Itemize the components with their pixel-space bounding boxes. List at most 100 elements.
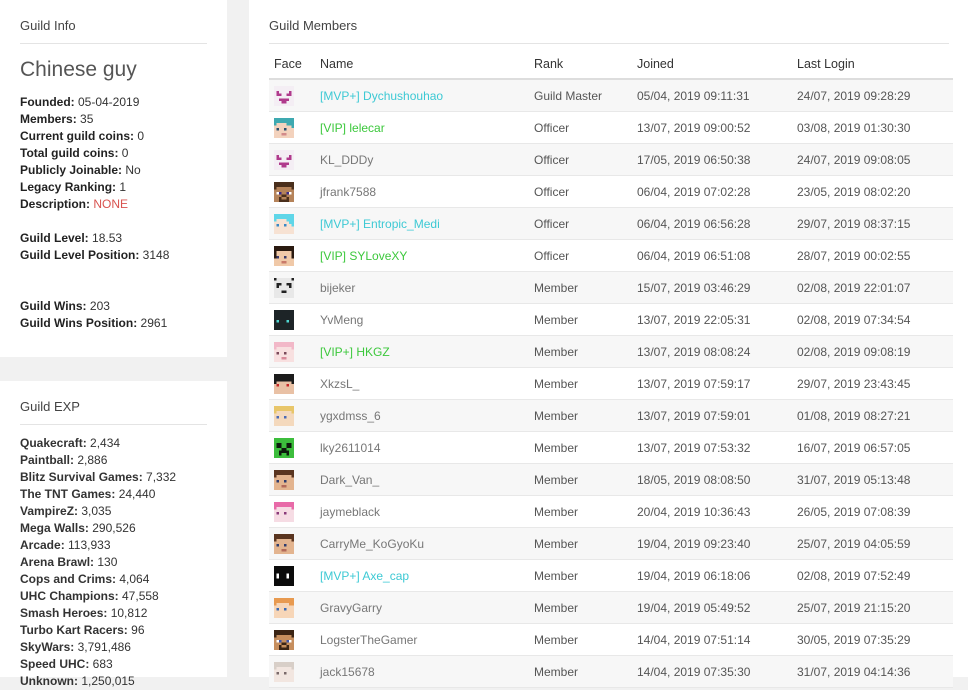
member-name-link[interactable]: CarryMe_KoGyoKu — [320, 537, 424, 551]
column-header-joined[interactable]: Joined — [637, 50, 797, 80]
member-face-cell — [269, 175, 320, 208]
column-header-name[interactable]: Name — [320, 50, 534, 80]
guild-stat-value: No — [122, 163, 141, 177]
column-header-face[interactable]: Face — [269, 50, 320, 80]
exp-value: 1,250,015 — [78, 674, 135, 688]
member-joined: 05/04, 2019 09:11:31 — [637, 79, 797, 112]
member-row: [VIP] SYLoveXY Officer 06/04, 2019 06:51:0… — [269, 239, 953, 272]
teal-hair-face-icon — [274, 117, 294, 138]
member-last-login: 02/08, 2019 07:34:54 — [797, 303, 953, 336]
pale-face-icon — [274, 661, 294, 682]
guild-level-position: Guild Level Position: 3148 — [20, 248, 170, 262]
guild-stat-value: 05-04-2019 — [74, 95, 140, 109]
guild-stat-label: Legacy Ranking: — [20, 180, 117, 194]
member-last-login: 26/05, 2019 07:08:39 — [797, 495, 953, 528]
member-name: SYLoveXY — [349, 248, 408, 263]
member-name-link[interactable]: XkzsL_ — [320, 377, 359, 391]
panda-face-icon — [274, 277, 294, 298]
exp-value: 113,933 — [64, 538, 111, 552]
member-last-login: 30/05, 2019 07:35:29 — [797, 623, 953, 656]
guild-exp-panel: Guild EXP Quakecraft: 2,434 Paintball: 2,… — [0, 381, 227, 688]
member-name: GravyGarry — [320, 600, 383, 615]
member-face-cell — [269, 463, 320, 496]
member-rank: Member — [534, 271, 637, 304]
member-face-cell — [269, 399, 320, 432]
member-rank-tag: [VIP+] — [320, 344, 354, 359]
member-name-cell: lky2611014 — [320, 431, 534, 464]
light-pink-face-icon — [274, 341, 294, 362]
member-face-cell — [269, 143, 320, 176]
member-joined: 13/07, 2019 09:00:52 — [637, 111, 797, 144]
member-face-cell — [269, 367, 320, 400]
exp-row: Cops and Crims: 4,064 — [20, 571, 207, 588]
member-name-cell: CarryMe_KoGyoKu — [320, 527, 534, 560]
member-face-cell — [269, 527, 320, 560]
member-name-link[interactable]: [VIP] SYLoveXY — [320, 249, 407, 263]
member-name-link[interactable]: jaymeblack — [320, 505, 380, 519]
member-joined: 14/04, 2019 07:35:30 — [637, 655, 797, 688]
member-last-login: 02/08, 2019 22:01:07 — [797, 271, 953, 304]
member-rank: Member — [534, 655, 637, 688]
member-joined: 17/05, 2019 06:50:38 — [637, 143, 797, 176]
member-name: KL_DDDy — [320, 152, 374, 167]
member-name-link[interactable]: [MVP+] Axe_cap — [320, 569, 409, 583]
exp-row: Blitz Survival Games: 7,332 — [20, 469, 207, 486]
pink-skull-face-icon — [274, 149, 294, 170]
exp-value: 47,558 — [118, 589, 159, 603]
member-row: [VIP+] HKGZ Member 13/07, 2019 08:08:24 02/… — [269, 335, 953, 368]
member-name-link[interactable]: [MVP+] Dychushouhao — [320, 89, 443, 103]
member-name-link[interactable]: lky2611014 — [320, 441, 381, 455]
member-last-login: 23/05, 2019 08:02:20 — [797, 175, 953, 208]
member-face-cell — [269, 559, 320, 592]
member-face-cell — [269, 335, 320, 368]
member-name-link[interactable]: bijeker — [320, 281, 355, 295]
member-row: lky2611014 Member 13/07, 2019 07:53:32 16/0… — [269, 431, 953, 464]
member-face-cell — [269, 495, 320, 528]
member-rank: Member — [534, 463, 637, 496]
guild-stat-value: NONE — [90, 197, 129, 211]
member-rank: Guild Master — [534, 79, 637, 112]
exp-game-label: Arcade: — [20, 538, 65, 552]
member-last-login: 29/07, 2019 08:37:15 — [797, 207, 953, 240]
member-name-link[interactable]: jfrank7588 — [320, 185, 376, 199]
member-name-cell: [MVP+] Axe_cap — [320, 559, 534, 592]
member-last-login: 31/07, 2019 04:14:36 — [797, 655, 953, 688]
member-row: KL_DDDy Officer 17/05, 2019 06:50:38 24/07,… — [269, 143, 953, 176]
guild-info-title: Guild Info — [0, 0, 227, 52]
member-row: LogsterTheGamer Member 14/04, 2019 07:51:1… — [269, 623, 953, 656]
guild-wins: Guild Wins: 203 — [20, 299, 110, 313]
member-name-link[interactable]: ygxdmss_6 — [320, 409, 381, 423]
member-name-link[interactable]: [VIP] lelecar — [320, 121, 385, 135]
member-last-login: 25/07, 2019 21:15:20 — [797, 591, 953, 624]
column-header-rank[interactable]: Rank — [534, 50, 637, 80]
member-name-link[interactable]: GravyGarry — [320, 601, 382, 615]
member-joined: 14/04, 2019 07:51:14 — [637, 623, 797, 656]
member-rank-tag: [VIP] — [320, 120, 347, 135]
member-last-login: 16/07, 2019 06:57:05 — [797, 431, 953, 464]
member-name-link[interactable]: [VIP+] HKGZ — [320, 345, 390, 359]
blonde-face-icon — [274, 405, 294, 426]
member-name-link[interactable]: jack15678 — [320, 665, 375, 679]
member-name-link[interactable]: KL_DDDy — [320, 153, 373, 167]
member-name: jaymeblack — [320, 504, 381, 519]
column-header-last-login[interactable]: Last Login — [797, 50, 953, 80]
guild-stat-label: Description: — [20, 197, 91, 211]
member-rank: Officer — [534, 143, 637, 176]
exp-value: 7,332 — [142, 470, 177, 484]
member-rank: Officer — [534, 111, 637, 144]
black-face-face-icon — [274, 565, 294, 586]
exp-value: 683 — [89, 657, 113, 671]
exp-game-label: VampireZ: — [20, 504, 79, 518]
exp-value: 4,064 — [116, 572, 150, 586]
member-face-cell — [269, 271, 320, 304]
member-name-link[interactable]: [MVP+] Entropic_Medi — [320, 217, 440, 231]
exp-row: Speed UHC: 683 — [20, 656, 207, 673]
member-row: [VIP] lelecar Officer 13/07, 2019 09:00:52… — [269, 111, 953, 144]
member-joined: 15/07, 2019 03:46:29 — [637, 271, 797, 304]
member-name-link[interactable]: YvMeng — [320, 313, 363, 327]
member-name-link[interactable]: Dark_Van_ — [320, 473, 379, 487]
guild-stat-value: 1 — [116, 180, 127, 194]
exp-game-label: Arena Brawl: — [20, 555, 95, 569]
guild-info-panel: Guild Info Chinese guy Founded: 05-04-20… — [0, 0, 227, 357]
member-name-link[interactable]: LogsterTheGamer — [320, 633, 417, 647]
